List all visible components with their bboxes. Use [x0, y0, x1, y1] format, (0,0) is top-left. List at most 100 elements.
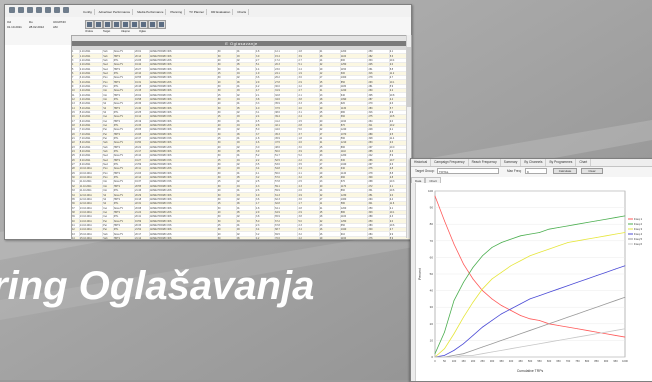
data-point: [605, 235, 607, 237]
data-point: [444, 354, 445, 356]
tab-historical[interactable]: Historical: [411, 159, 432, 166]
data-point: [482, 353, 483, 355]
data-point: [453, 354, 455, 356]
data-point: [624, 265, 626, 267]
x-tick-label: 500: [528, 359, 533, 363]
max-freq-input[interactable]: 9: [525, 168, 547, 174]
data-point: [577, 328, 578, 330]
target-group-select[interactable]: TOTAL: [437, 168, 499, 174]
cell-cpp: 276: [367, 236, 390, 239]
cell-rch: 70.6: [274, 236, 299, 239]
cell-oglas: ACME PROMO 30S: [149, 236, 218, 239]
clear-button[interactable]: Clear: [581, 168, 603, 174]
table-window: Config Advertiser Performance Media Perf…: [4, 4, 412, 240]
cell-cijena: 1160: [340, 236, 369, 239]
tab-campaign-frequency[interactable]: Campaign Frequency: [431, 159, 469, 166]
data-point: [529, 345, 531, 346]
tab-by-channels[interactable]: By Channels: [521, 159, 547, 166]
cell-pozicija: 06: [236, 236, 257, 239]
data-point: [482, 326, 483, 328]
from-label: Od: [7, 20, 12, 24]
data-point: [577, 336, 578, 338]
calculate-button[interactable]: Calculate: [553, 168, 577, 174]
data-point: [520, 315, 521, 316]
print-icon[interactable]: [45, 7, 51, 13]
settings-icon[interactable]: [54, 7, 60, 13]
data-point: [453, 356, 455, 358]
save-icon[interactable]: [85, 20, 94, 29]
data-point: [615, 268, 616, 270]
toolbar-label-total: Ukupno: [121, 30, 130, 33]
overlay-title: ring Oglašavanja: [0, 264, 315, 308]
scroll-thumb[interactable]: [407, 47, 411, 107]
x-axis-label: Cumulative TRPs: [517, 369, 544, 373]
calendar-icon[interactable]: [9, 7, 15, 13]
data-point: [510, 336, 512, 338]
menu-media-performance[interactable]: Media Performance: [135, 9, 167, 15]
refresh-icon[interactable]: [18, 7, 24, 13]
data-point: [567, 242, 569, 243]
data-table: 1 1.10.2011 Sub Nova TV 20:01 ACME PROMO 30S 3…: [72, 50, 411, 239]
cell-grp: 4.2: [297, 236, 320, 239]
close-icon[interactable]: [157, 20, 166, 29]
export-icon[interactable]: [36, 7, 42, 13]
data-point: [491, 343, 493, 345]
x-tick-label: 50: [443, 359, 446, 363]
data-point: [605, 303, 607, 305]
data-point: [472, 278, 474, 280]
x-tick-label: 350: [499, 359, 504, 363]
chart-window: Historical Campaign Frequency Reach Freq…: [410, 158, 652, 382]
print-grid-icon[interactable]: [103, 20, 112, 29]
menu-dr-evaluation[interactable]: DR Evaluation: [209, 9, 234, 15]
data-point: [596, 275, 597, 277]
target-label: UKUPNO: [53, 20, 66, 24]
zoom-icon[interactable]: [148, 20, 157, 29]
data-point: [501, 313, 502, 315]
data-point: [501, 242, 502, 243]
data-point: [491, 278, 493, 280]
menu-planning[interactable]: Planning: [168, 9, 186, 15]
data-point: [558, 340, 559, 341]
search-icon[interactable]: [139, 20, 148, 29]
copy-icon[interactable]: [94, 20, 103, 29]
chart-icon[interactable]: [121, 20, 130, 29]
data-point: [539, 232, 540, 233]
menu-charts[interactable]: Charts: [235, 9, 250, 15]
sort-icon[interactable]: [130, 20, 139, 29]
data-point: [605, 218, 607, 220]
data-point: [444, 356, 445, 358]
data-point: [558, 288, 559, 290]
filter-icon[interactable]: [27, 7, 33, 13]
data-point: [596, 306, 597, 308]
tab-summary[interactable]: Summary: [501, 159, 522, 166]
tab-chart[interactable]: Chart: [576, 159, 592, 166]
x-tick-label: 700: [566, 359, 571, 363]
x-tick-label: 250: [480, 359, 485, 363]
date-to[interactable]: 28.02.2012: [29, 25, 44, 29]
data-point: [529, 255, 531, 257]
date-from[interactable]: 01.10.2011: [7, 25, 22, 29]
menu-tv-planner[interactable]: TV Planner: [187, 9, 208, 15]
data-point: [567, 285, 569, 286]
data-point: [539, 343, 540, 345]
data-point: [510, 308, 512, 310]
table-row[interactable]: 44 15.10.2011 Sub HRT1 21:12 ACME PROMO 30S 30…: [72, 236, 411, 239]
y-tick-label: 60: [430, 255, 434, 259]
data-point: [501, 350, 502, 351]
data-point: [453, 300, 455, 301]
data-point: [444, 220, 445, 222]
data-point: [567, 326, 569, 328]
cell-tvr: 4.2: [255, 236, 276, 239]
menu-advertiser-performance[interactable]: Advertiser Performance: [97, 9, 134, 15]
data-point: [472, 335, 474, 336]
excel-icon[interactable]: [112, 20, 121, 29]
cell-#: 44: [72, 236, 80, 239]
chart-controls: Target Group: TOTAL Max Freq: 9 Calculat…: [411, 167, 652, 177]
tab-by-programmes[interactable]: By Programmes: [546, 159, 577, 166]
help-icon[interactable]: [63, 7, 69, 13]
tab-reach-frequency[interactable]: Reach Frequency: [469, 159, 501, 166]
menu-config[interactable]: Config: [81, 9, 95, 15]
data-point: [453, 333, 455, 335]
data-point: [463, 281, 464, 283]
data-point: [548, 341, 550, 343]
